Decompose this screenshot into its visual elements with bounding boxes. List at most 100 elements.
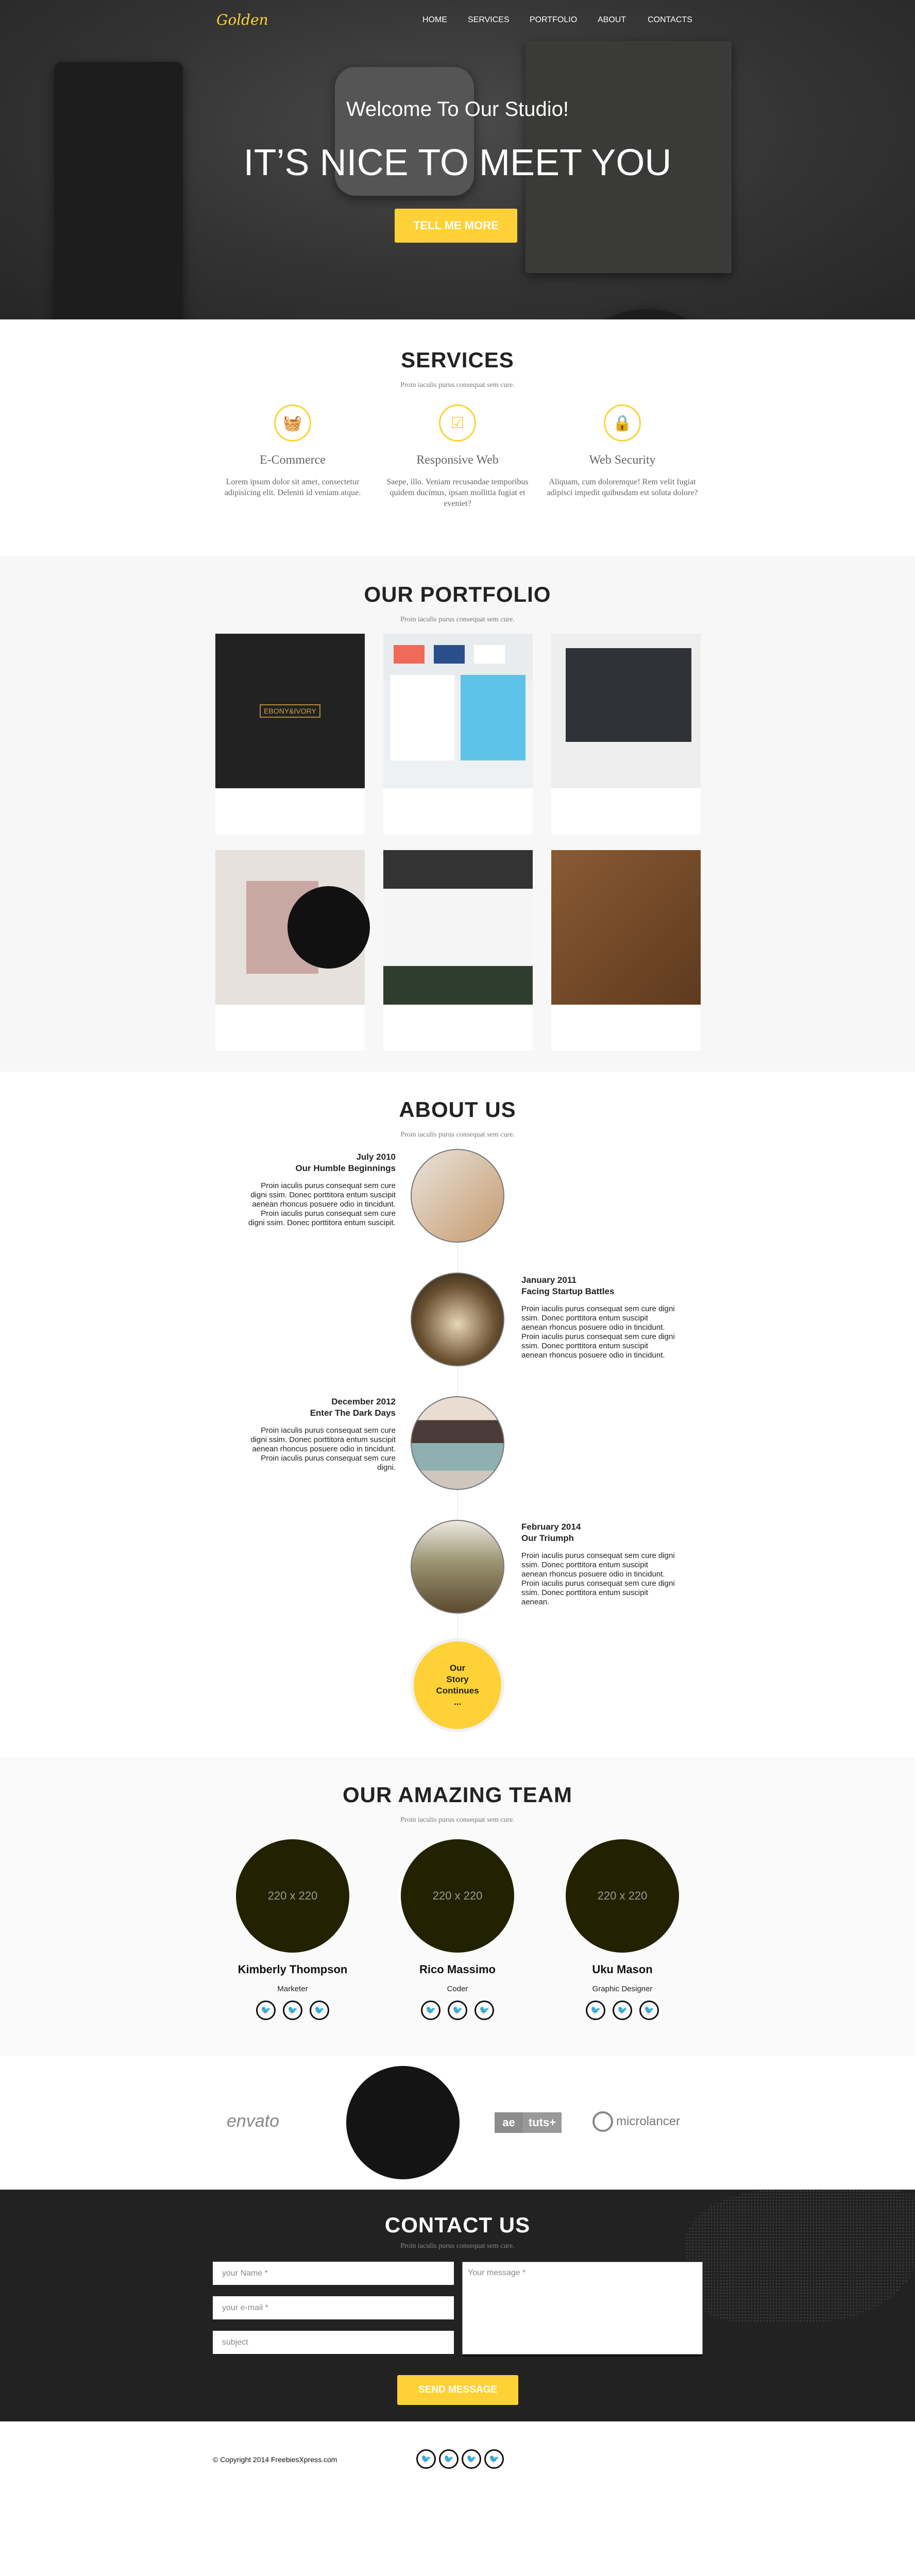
- world-map-decoration: [685, 2190, 915, 2324]
- portfolio-subtitle: Proin iaculis purus consequat sem cure.: [400, 616, 515, 623]
- services-subtitle: Proin iaculis purus consequat sem cure.: [400, 381, 515, 389]
- member-role: Graphic Designer: [592, 1985, 653, 1993]
- hero-headline: IT’S NICE TO MEET YOU: [243, 142, 672, 183]
- story-continues-badge: Our Story Continues ...: [411, 1638, 504, 1732]
- twitter-icon[interactable]: 🐦: [421, 2001, 440, 2020]
- contact-title: CONTACT US: [384, 2213, 531, 2237]
- nav-contacts[interactable]: CONTACTS: [648, 15, 692, 25]
- timeline-date: February 2014: [521, 1522, 581, 1532]
- timeline-text: Proin iaculis purus consequat sem cure d…: [521, 1304, 675, 1360]
- portfolio-section: OUR PORTFOLIO Proin iaculis purus conseq…: [0, 556, 915, 1072]
- service-title: Web Security: [589, 453, 656, 467]
- portfolio-item[interactable]: [383, 850, 533, 1051]
- services-section: SERVICES Proin iaculis purus consequat s…: [0, 319, 915, 556]
- service-title: E-Commerce: [260, 453, 326, 467]
- twitter-icon[interactable]: 🐦: [448, 2001, 467, 2020]
- nav-home[interactable]: HOME: [422, 15, 447, 25]
- headphones-image: [562, 309, 732, 319]
- timeline-text: Proin iaculis purus consequat sem cure d…: [250, 1426, 396, 1472]
- timeline-heading: Our Humble Beginnings: [295, 1163, 396, 1173]
- timeline-image: [411, 1396, 504, 1490]
- team-subtitle: Proin iaculis purus consequat sem cure.: [400, 1816, 515, 1824]
- service-text: Aliquam, cum doloremque! Rem velit fugia…: [547, 478, 698, 497]
- team-avatar: 220 x 220: [401, 1839, 514, 1953]
- hero-section: Golden HOME SERVICES PORTFOLIO ABOUT CON…: [0, 0, 915, 319]
- timeline-image: [411, 1273, 504, 1366]
- microlancer-icon: [592, 2111, 613, 2132]
- send-message-button[interactable]: SEND MESSAGE: [397, 2375, 518, 2405]
- service-text: Lorem ipsum dolor sit amet, consectetur …: [224, 478, 361, 497]
- timeline-heading: Our Triumph: [521, 1533, 574, 1543]
- copyright-text: © Copyright 2014 FreebiesXpress.com: [213, 2455, 337, 2464]
- twitter-icon[interactable]: 🐦: [283, 2001, 302, 2020]
- member-role: Marketer: [277, 1985, 308, 1993]
- nav-about[interactable]: ABOUT: [598, 15, 626, 25]
- timeline-text: Proin iaculis purus consequat sem cure d…: [248, 1181, 396, 1227]
- message-textarea[interactable]: [462, 2262, 703, 2354]
- timeline-date: July 2010: [356, 1152, 396, 1162]
- about-subtitle: Proin iaculis purus consequat sem cure.: [400, 1131, 515, 1139]
- twitter-icon[interactable]: 🐦: [484, 2449, 504, 2469]
- nav-portfolio[interactable]: PORTFOLIO: [530, 15, 577, 25]
- continues-line: Our: [449, 1663, 466, 1673]
- team-title: OUR AMAZING TEAM: [342, 1783, 573, 1807]
- twitter-icon[interactable]: 🐦: [462, 2449, 481, 2469]
- contact-section: CONTACT US Proin iaculis purus consequat…: [0, 2190, 915, 2421]
- portfolio-title: OUR PORTFOLIO: [364, 582, 551, 606]
- timeline-heading: Facing Startup Battles: [521, 1286, 615, 1296]
- timeline-heading: Enter The Dark Days: [310, 1408, 396, 1418]
- envato-logo[interactable]: envato: [227, 2111, 279, 2131]
- timeline-date: December 2012: [331, 1397, 396, 1406]
- tuts-logo[interactable]: ae tuts+: [495, 2112, 562, 2133]
- team-avatar: 220 x 220: [566, 1839, 679, 1953]
- tell-me-more-button[interactable]: TELL ME MORE: [395, 209, 517, 243]
- team-section: OUR AMAZING TEAM Proin iaculis purus con…: [0, 1757, 915, 2056]
- portfolio-item[interactable]: [551, 634, 701, 835]
- email-input[interactable]: [213, 2296, 454, 2319]
- continues-line: ...: [453, 1697, 462, 1707]
- about-title: ABOUT US: [399, 1097, 516, 1122]
- twitter-icon[interactable]: 🐦: [310, 2001, 329, 2020]
- portfolio-item[interactable]: [215, 850, 370, 1051]
- twitter-icon[interactable]: 🐦: [613, 2001, 632, 2020]
- timeline-item: July 2010 Our Humble Beginnings Proin iacu…: [247, 1151, 396, 1228]
- twitter-icon[interactable]: 🐦: [586, 2001, 605, 2020]
- portfolio-item[interactable]: [551, 850, 701, 1051]
- member-name: Rico Massimo: [419, 1963, 496, 1976]
- timeline-text: Proin iaculis purus consequat sem cure d…: [521, 1551, 675, 1606]
- continues-line: Story: [446, 1674, 469, 1684]
- team-member: Uku Mason Graphic Designer 🐦 🐦 🐦: [540, 1963, 705, 2020]
- twitter-icon[interactable]: 🐦: [639, 2001, 659, 2020]
- team-member: Kimberly Thompson Marketer 🐦 🐦 🐦: [210, 1963, 375, 2020]
- twitter-icon[interactable]: 🐦: [475, 2001, 494, 2020]
- service-text: Saepe, illo. Veniam recusandae temporibu…: [386, 478, 529, 508]
- ebony-ivory-logo: EBONY&IVORY: [260, 704, 320, 718]
- subject-input[interactable]: [213, 2331, 454, 2354]
- nav-services[interactable]: SERVICES: [468, 15, 510, 25]
- logo[interactable]: Golden: [216, 11, 268, 28]
- microlancer-logo[interactable]: microlancer: [592, 2111, 680, 2132]
- timeline-item: December 2012 Enter The Dark Days Proin ia…: [247, 1396, 396, 1472]
- microlancer-text: microlancer: [616, 2114, 681, 2128]
- portfolio-item[interactable]: EBONY&IVORY: [215, 634, 365, 835]
- timeline-image: [411, 1520, 504, 1614]
- services-title: SERVICES: [401, 348, 514, 372]
- service-title: Responsive Web: [416, 453, 499, 467]
- twitter-icon[interactable]: 🐦: [256, 2001, 276, 2020]
- timeline-date: January 2011: [521, 1275, 577, 1285]
- hero-welcome: Welcome To Our Studio!: [346, 98, 569, 121]
- footer-social: 🐦 🐦 🐦 🐦: [415, 2449, 505, 2469]
- twitter-icon[interactable]: 🐦: [416, 2449, 436, 2469]
- portfolio-item[interactable]: [383, 634, 533, 835]
- timeline-image: [411, 1149, 504, 1243]
- client-logo-circle: [346, 2066, 460, 2179]
- timeline-item: February 2014 Our Triumph Proin iaculis pu…: [521, 1521, 676, 1607]
- footer: © Copyright 2014 FreebiesXpress.com 🐦 🐦 🐦 🐦: [0, 2421, 915, 2483]
- team-avatar: 220 x 220: [236, 1839, 349, 1953]
- name-input[interactable]: [213, 2262, 454, 2285]
- timeline-item: January 2011 Facing Startup Battles Proin …: [521, 1275, 676, 1360]
- twitter-icon[interactable]: 🐦: [439, 2449, 459, 2469]
- tablet-check-icon: ☑: [439, 404, 476, 442]
- shopping-basket-icon: 🧺: [274, 404, 311, 442]
- member-role: Coder: [447, 1985, 468, 1993]
